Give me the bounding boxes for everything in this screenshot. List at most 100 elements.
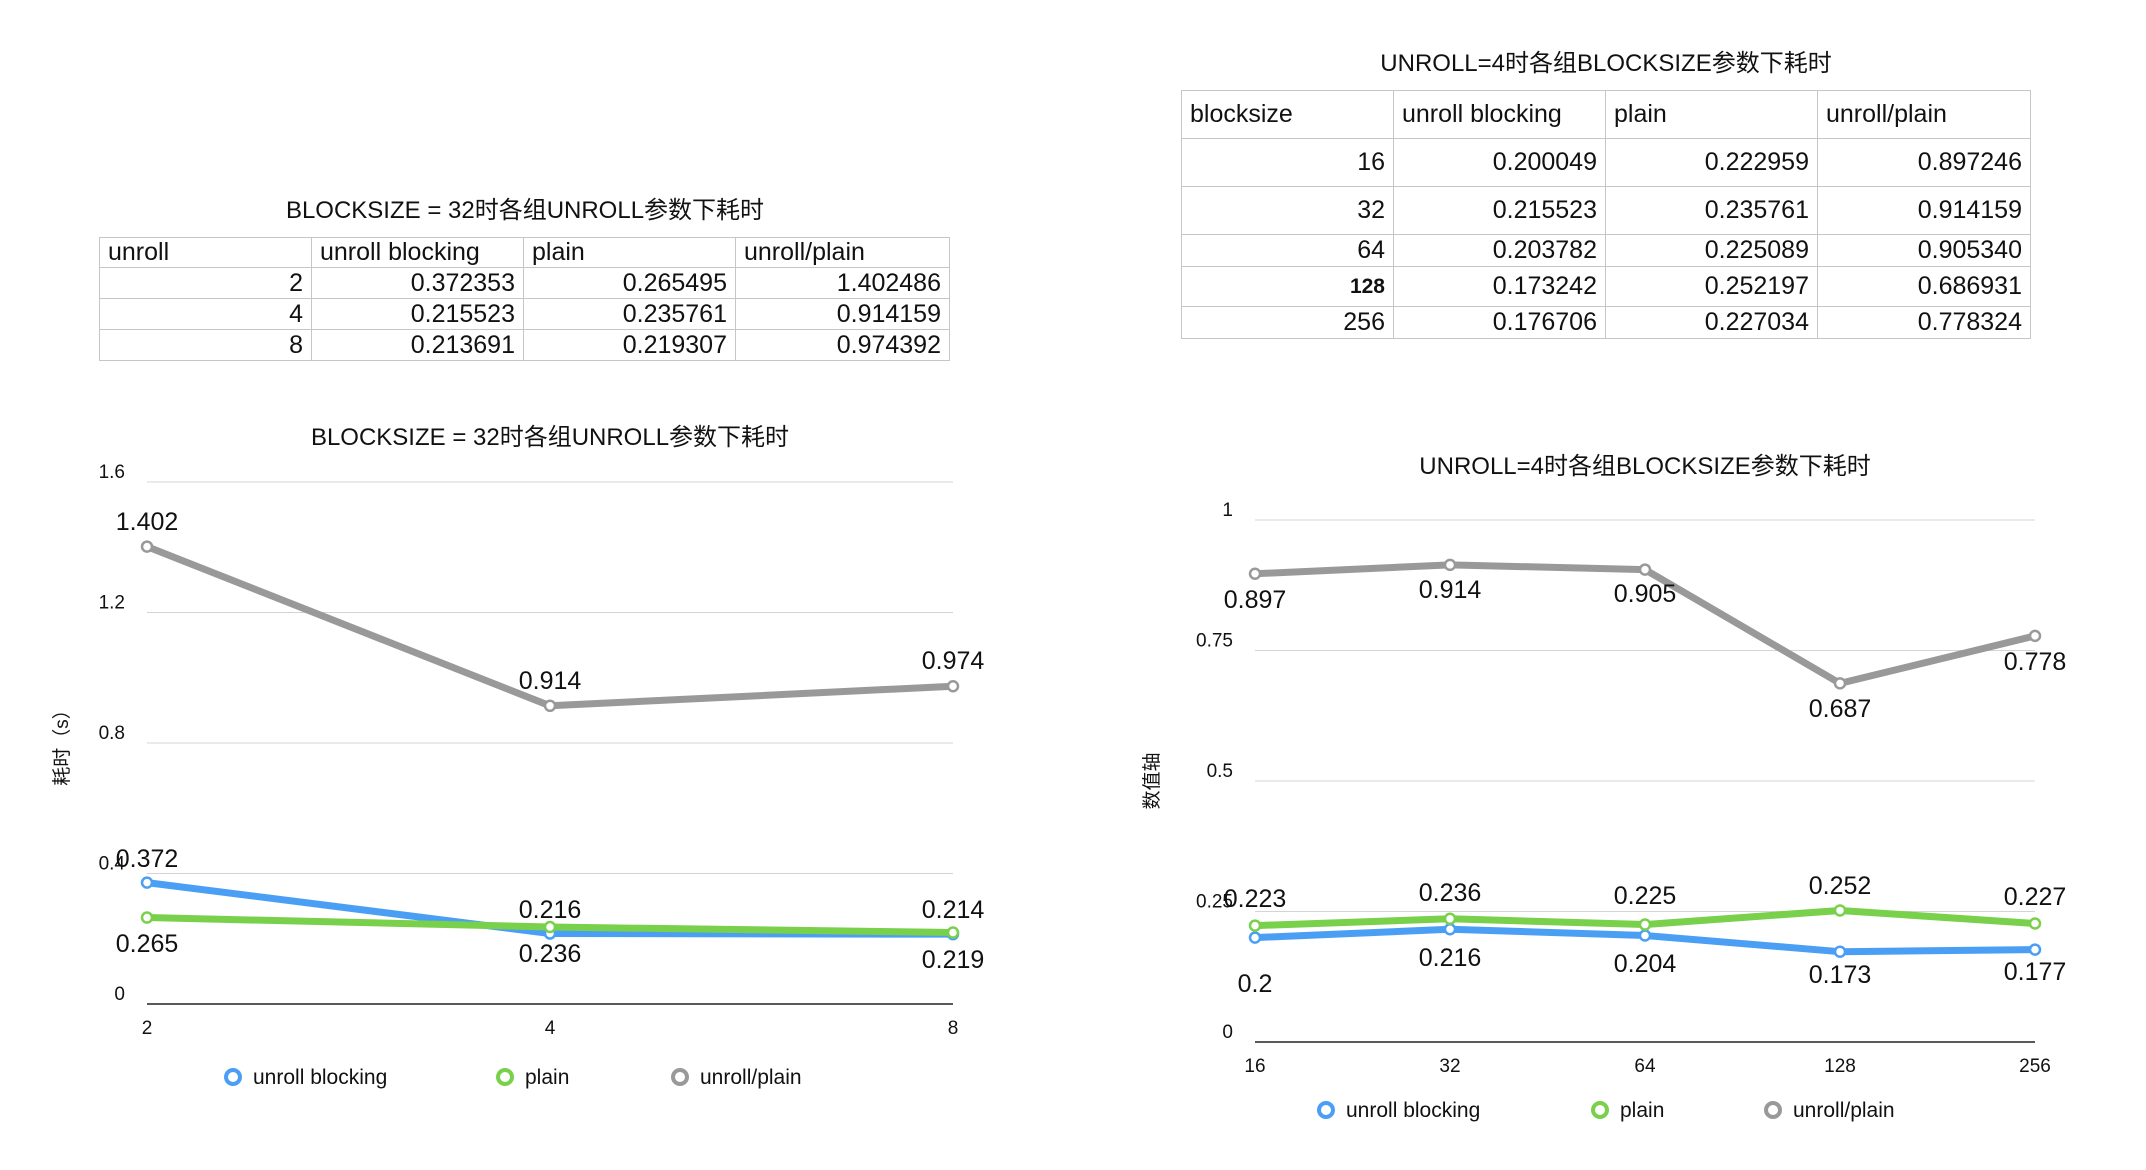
legend-label: unroll blocking — [253, 1066, 387, 1089]
data-label: 0.974 — [922, 647, 985, 675]
y-tick-label: 0.75 — [1196, 631, 1233, 652]
data-point — [1443, 912, 1457, 926]
data-point — [1443, 922, 1457, 936]
x-tick-label: 4 — [545, 1018, 556, 1039]
legend-label: plain — [1620, 1099, 1664, 1122]
cell: 256 — [1181, 306, 1394, 339]
legend-marker — [671, 1068, 689, 1086]
table-row: 4 0.215523 0.235761 0.914159 — [99, 298, 950, 330]
data-label: 0.905 — [1614, 580, 1677, 608]
data-label: 1.402 — [116, 508, 179, 536]
cell: 0.974392 — [735, 329, 950, 361]
cell: 2 — [99, 267, 312, 299]
y-tick-label: 0.8 — [99, 723, 125, 744]
x-tick-label: 32 — [1439, 1056, 1460, 1077]
legend-label: unroll blocking — [1346, 1099, 1480, 1122]
data-label: 0.914 — [519, 667, 582, 695]
y-tick-label: 0 — [1222, 1022, 1233, 1043]
data-point — [946, 926, 960, 939]
cell: 0.897246 — [1817, 138, 2031, 187]
data-point — [1833, 945, 1847, 958]
data-label: 0.2 — [1238, 970, 1273, 998]
cell: 0.372353 — [311, 267, 524, 299]
table-row: 2 0.372353 0.265495 1.402486 — [99, 267, 950, 299]
header-cell: unroll blocking — [311, 237, 524, 268]
legend-marker — [1764, 1101, 1782, 1119]
y-axis-label: 数值轴 — [1141, 752, 1163, 809]
y-tick-label: 0.5 — [1207, 761, 1233, 782]
table-row: 64 0.203782 0.225089 0.905340 — [1181, 234, 2031, 267]
data-label: 0.687 — [1809, 695, 1872, 723]
cell: 128 — [1181, 266, 1394, 307]
data-label: 0.216 — [1419, 944, 1482, 972]
table-header-row: blocksize unroll blocking plain unroll/p… — [1181, 90, 2031, 139]
x-tick-label: 256 — [2019, 1056, 2051, 1077]
data-label: 0.252 — [1809, 872, 1872, 900]
cell: 0.265495 — [523, 267, 736, 299]
header-cell: blocksize — [1181, 90, 1394, 139]
cell: 0.203782 — [1393, 234, 1606, 267]
data-point — [946, 679, 960, 693]
cell: 0.905340 — [1817, 234, 2031, 267]
x-tick-label: 128 — [1824, 1056, 1856, 1077]
data-label: 0.914 — [1419, 576, 1482, 604]
data-point — [1638, 929, 1652, 942]
chart-blocksize-32: BLOCKSIZE = 32时各组UNROLL参数下耗时00.40.81.21.… — [51, 424, 985, 1089]
cell: 8 — [99, 329, 312, 361]
legend-label: plain — [525, 1066, 569, 1089]
y-tick-label: 0 — [114, 984, 125, 1005]
data-label: 0.372 — [116, 845, 179, 873]
y-tick-label: 1 — [1222, 500, 1233, 521]
table-row: 32 0.215523 0.235761 0.914159 — [1181, 186, 2031, 235]
data-point — [1248, 919, 1262, 932]
y-axis-label: 耗时（s） — [51, 700, 73, 786]
data-label: 0.227 — [2004, 883, 2067, 911]
data-label: 0.216 — [519, 896, 582, 924]
data-point — [1248, 567, 1262, 581]
cell: 0.914159 — [735, 298, 950, 330]
cell: 0.213691 — [311, 329, 524, 361]
header-cell: unroll/plain — [735, 237, 950, 268]
header-cell: unroll — [99, 237, 312, 268]
header-cell: plain — [1605, 90, 1818, 139]
data-label: 0.265 — [116, 930, 179, 958]
cell: 0.235761 — [523, 298, 736, 330]
data-point — [1638, 918, 1652, 931]
data-label: 0.897 — [1224, 586, 1287, 614]
legend-marker — [224, 1068, 242, 1086]
table-row: 128 0.173242 0.252197 0.686931 — [1181, 266, 2031, 307]
table-row: 16 0.200049 0.222959 0.897246 — [1181, 138, 2031, 187]
cell: 0.215523 — [311, 298, 524, 330]
data-point — [1833, 677, 1847, 690]
chart-unroll-4: UNROLL=4时各组BLOCKSIZE参数下耗时00.250.50.75116… — [1141, 453, 2067, 1122]
cell: 0.686931 — [1817, 266, 2031, 307]
x-tick-label: 8 — [948, 1018, 959, 1039]
table-row: 256 0.176706 0.227034 0.778324 — [1181, 306, 2031, 339]
legend-label: unroll/plain — [700, 1066, 802, 1089]
chart-title: BLOCKSIZE = 32时各组UNROLL参数下耗时 — [311, 424, 789, 451]
legend-marker — [1591, 1101, 1609, 1119]
cell: 0.215523 — [1393, 186, 1606, 235]
data-label: 0.214 — [922, 896, 985, 924]
data-label: 0.236 — [519, 940, 582, 968]
data-point — [140, 540, 154, 553]
x-tick-label: 16 — [1244, 1056, 1265, 1077]
header-cell: unroll blocking — [1393, 90, 1606, 139]
cell: 0.222959 — [1605, 138, 1818, 187]
data-point — [1833, 904, 1847, 917]
table-row: 8 0.213691 0.219307 0.974392 — [99, 329, 950, 361]
header-cell: unroll/plain — [1817, 90, 2031, 139]
cell: 0.252197 — [1605, 266, 1818, 307]
data-label: 0.219 — [922, 946, 985, 974]
cell: 0.227034 — [1605, 306, 1818, 339]
y-tick-label: 1.6 — [99, 462, 125, 483]
legend-marker — [1317, 1101, 1335, 1119]
header-cell: plain — [523, 237, 736, 268]
data-point — [1638, 563, 1652, 576]
cell: 0.176706 — [1393, 306, 1606, 339]
cell: 4 — [99, 298, 312, 330]
data-label: 0.225 — [1614, 882, 1677, 910]
data-label: 0.177 — [2004, 958, 2067, 986]
data-point — [543, 699, 557, 713]
y-tick-label: 1.2 — [99, 593, 125, 614]
